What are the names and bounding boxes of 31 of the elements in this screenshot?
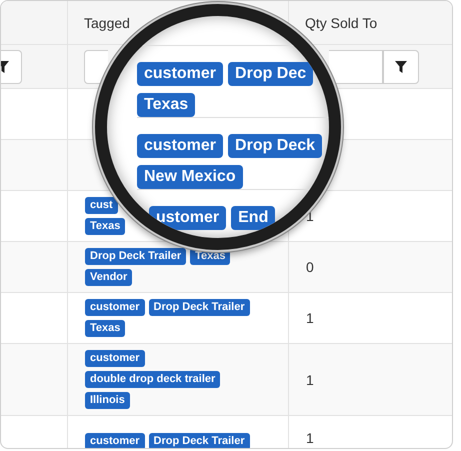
tag: double drop deck trailer bbox=[85, 371, 220, 388]
tag: Texas bbox=[85, 218, 126, 235]
tag: Drop Deck Trailer bbox=[85, 248, 186, 265]
tag: Drop Deck Trailer bbox=[148, 299, 250, 316]
tag: customer bbox=[137, 62, 224, 86]
column-header[interactable]: Qty Sold To bbox=[305, 14, 378, 30]
tag: customer bbox=[85, 350, 145, 367]
tag: ustomer bbox=[149, 206, 226, 230]
filter-field[interactable] bbox=[84, 50, 108, 84]
tag: cust bbox=[85, 197, 118, 214]
table-cell: 1 bbox=[306, 372, 314, 388]
table-cell: 1 bbox=[306, 430, 314, 446]
filter-icon bbox=[395, 60, 407, 72]
tag: Drop Deck bbox=[228, 134, 322, 158]
tag: End bbox=[231, 206, 276, 230]
table-cell: 1 bbox=[306, 310, 314, 326]
tag: Illinois bbox=[85, 392, 130, 409]
table-cell: 0 bbox=[306, 259, 314, 275]
tag: New Mexico bbox=[137, 165, 243, 189]
tag: customer bbox=[137, 134, 224, 158]
tag: customer bbox=[85, 299, 145, 316]
tag: Texas bbox=[137, 93, 196, 117]
tag: Vendor bbox=[85, 269, 132, 286]
filter-button[interactable] bbox=[1, 50, 22, 84]
tag: Texas bbox=[85, 320, 126, 337]
column-header[interactable]: Tagged bbox=[84, 14, 130, 30]
tag: Drop Deck Trailer bbox=[148, 432, 250, 448]
filter-button[interactable] bbox=[383, 50, 419, 84]
tag: Drop Dec bbox=[228, 62, 314, 86]
filter-field[interactable] bbox=[329, 50, 383, 84]
tag: customer bbox=[85, 432, 145, 448]
